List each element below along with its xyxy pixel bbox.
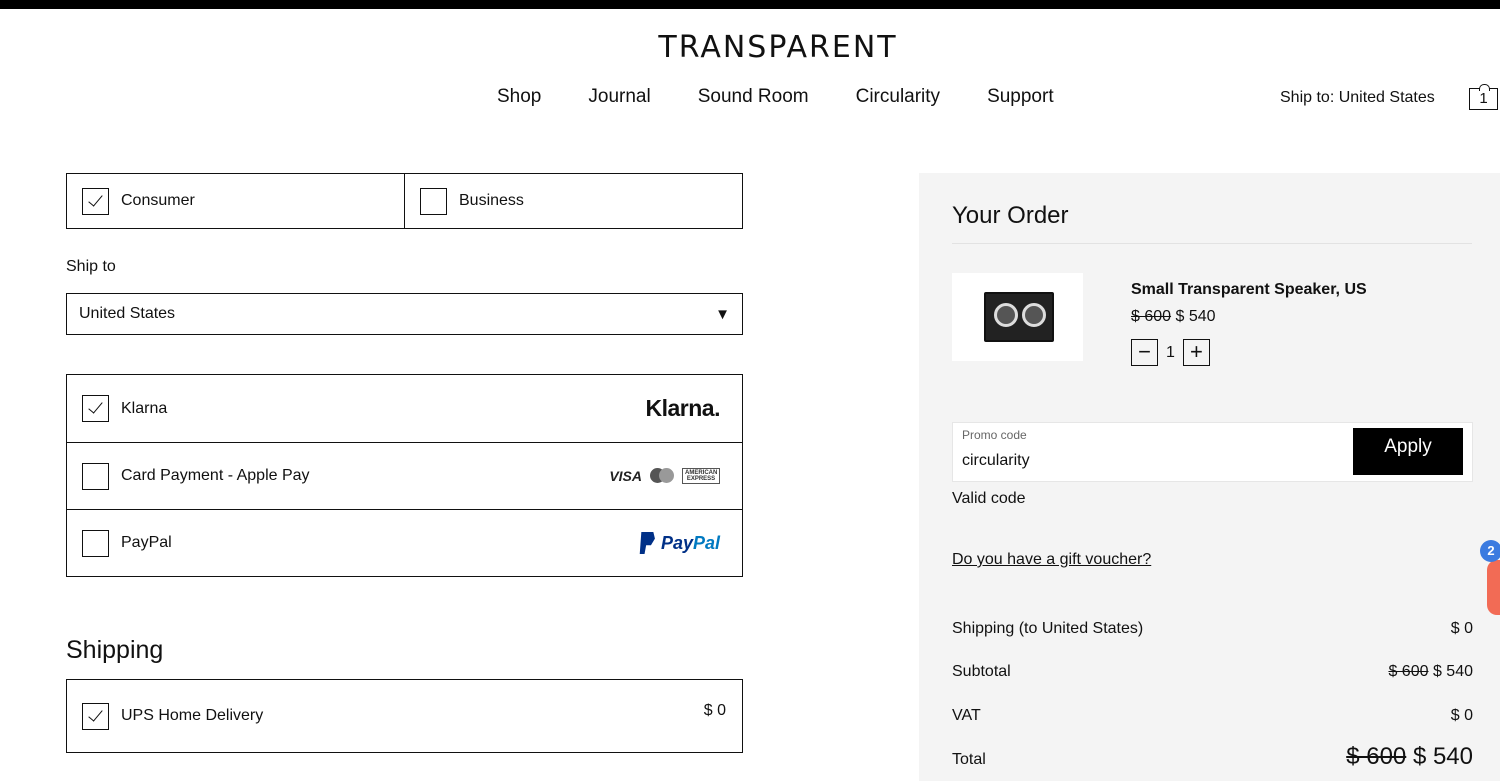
- subtotal-label: Subtotal: [952, 663, 1011, 680]
- total-value: $ 600 $ 540: [1346, 743, 1473, 770]
- shipping-row-label: Shipping (to United States): [952, 620, 1144, 637]
- nav-shop[interactable]: Shop: [497, 86, 541, 108]
- promo-code-field[interactable]: Promo code circularity Apply: [952, 422, 1473, 482]
- nav-circularity[interactable]: Circularity: [856, 86, 940, 108]
- payment-option-card[interactable]: Card Payment - Apple Pay VISA AMERICAN E…: [67, 442, 742, 509]
- promo-status: Valid code: [952, 490, 1026, 507]
- business-label: Business: [459, 192, 524, 209]
- consumer-label: Consumer: [121, 192, 195, 209]
- klarna-logo-icon: Klarna.: [645, 395, 721, 421]
- customer-type-selector: Consumer Business: [66, 173, 743, 229]
- gift-voucher-link[interactable]: Do you have a gift voucher?: [952, 551, 1151, 569]
- apply-button[interactable]: Apply: [1353, 428, 1463, 475]
- paypal-logo-icon: PayPal: [639, 532, 720, 554]
- quantity-value: 1: [1166, 343, 1175, 361]
- card-logos: VISA AMERICAN EXPRESS: [609, 468, 720, 484]
- order-title: Your Order: [952, 202, 1069, 229]
- product-old-price: $ 600: [1131, 308, 1172, 325]
- nav-journal[interactable]: Journal: [588, 86, 650, 108]
- country-select[interactable]: United States ▼: [66, 293, 743, 335]
- visa-logo-icon: VISA: [609, 468, 642, 484]
- promo-code-input[interactable]: circularity: [962, 452, 1030, 470]
- product-name: Small Transparent Speaker, US: [1131, 281, 1367, 298]
- payment-option-paypal[interactable]: PayPal PayPal: [67, 509, 742, 576]
- paypal-label: PayPal: [121, 534, 172, 551]
- total-row: Total $ 600 $ 540: [952, 743, 1473, 771]
- payment-option-klarna[interactable]: Klarna Klarna.: [67, 375, 742, 442]
- nav-sound-room[interactable]: Sound Room: [698, 86, 809, 108]
- payment-methods: Klarna Klarna. Card Payment - Apple Pay …: [66, 374, 743, 577]
- speaker-icon: [984, 292, 1054, 342]
- ups-label: UPS Home Delivery: [121, 707, 264, 724]
- top-bar: [0, 0, 1500, 9]
- vat-label: VAT: [952, 707, 981, 724]
- mastercard-logo-icon: [650, 468, 674, 484]
- dropdown-arrow-icon: ▼: [715, 305, 730, 323]
- ship-to-selector[interactable]: Ship to: United States: [1280, 89, 1435, 107]
- ups-price: $ 0: [703, 702, 726, 719]
- site-logo[interactable]: TRANSPARENT: [0, 30, 1500, 65]
- consumer-option[interactable]: Consumer: [67, 174, 404, 228]
- product-image: [952, 273, 1083, 361]
- business-checkbox[interactable]: [420, 187, 447, 215]
- subtotal-row: Subtotal $ 600 $ 540: [952, 663, 1473, 681]
- subtotal-value: $ 600 $ 540: [1388, 663, 1473, 680]
- main-nav: Shop Journal Sound Room Circularity Supp…: [497, 86, 1054, 108]
- product-new-price: $ 540: [1175, 308, 1216, 325]
- business-option[interactable]: Business: [404, 174, 742, 228]
- shipping-heading: Shipping: [66, 636, 164, 664]
- chat-widget-tab[interactable]: [1487, 560, 1500, 615]
- decrease-qty-button[interactable]: −: [1131, 339, 1158, 366]
- card-label: Card Payment - Apple Pay: [121, 467, 310, 484]
- shipping-row-value: $ 0: [1450, 620, 1473, 637]
- notification-badge[interactable]: 2: [1480, 540, 1500, 562]
- shipping-row: Shipping (to United States) $ 0: [952, 620, 1473, 638]
- total-label: Total: [952, 751, 986, 768]
- vat-row: VAT $ 0: [952, 707, 1473, 725]
- product-price: $ 600 $ 540: [1131, 308, 1216, 326]
- promo-code-label: Promo code: [962, 428, 1027, 442]
- cart-icon[interactable]: 1: [1469, 84, 1498, 110]
- quantity-stepper: − 1 +: [1131, 339, 1210, 366]
- ship-to-label: Ship to: [66, 258, 116, 275]
- country-select-value: United States: [79, 305, 176, 322]
- consumer-checkbox[interactable]: [82, 187, 109, 215]
- ups-checkbox[interactable]: [82, 702, 109, 730]
- amex-logo-icon: AMERICAN EXPRESS: [682, 468, 720, 484]
- klarna-label: Klarna: [121, 399, 168, 417]
- order-summary: Your Order Small Transparent Speaker, US…: [919, 173, 1500, 781]
- klarna-checkbox[interactable]: [82, 395, 109, 422]
- vat-value: $ 0: [1450, 707, 1473, 724]
- increase-qty-button[interactable]: +: [1182, 339, 1210, 366]
- shipping-option-ups[interactable]: UPS Home Delivery $ 0: [66, 679, 743, 753]
- card-checkbox[interactable]: [82, 462, 109, 490]
- divider: [952, 243, 1472, 244]
- nav-support[interactable]: Support: [987, 86, 1054, 108]
- paypal-checkbox[interactable]: [82, 529, 109, 557]
